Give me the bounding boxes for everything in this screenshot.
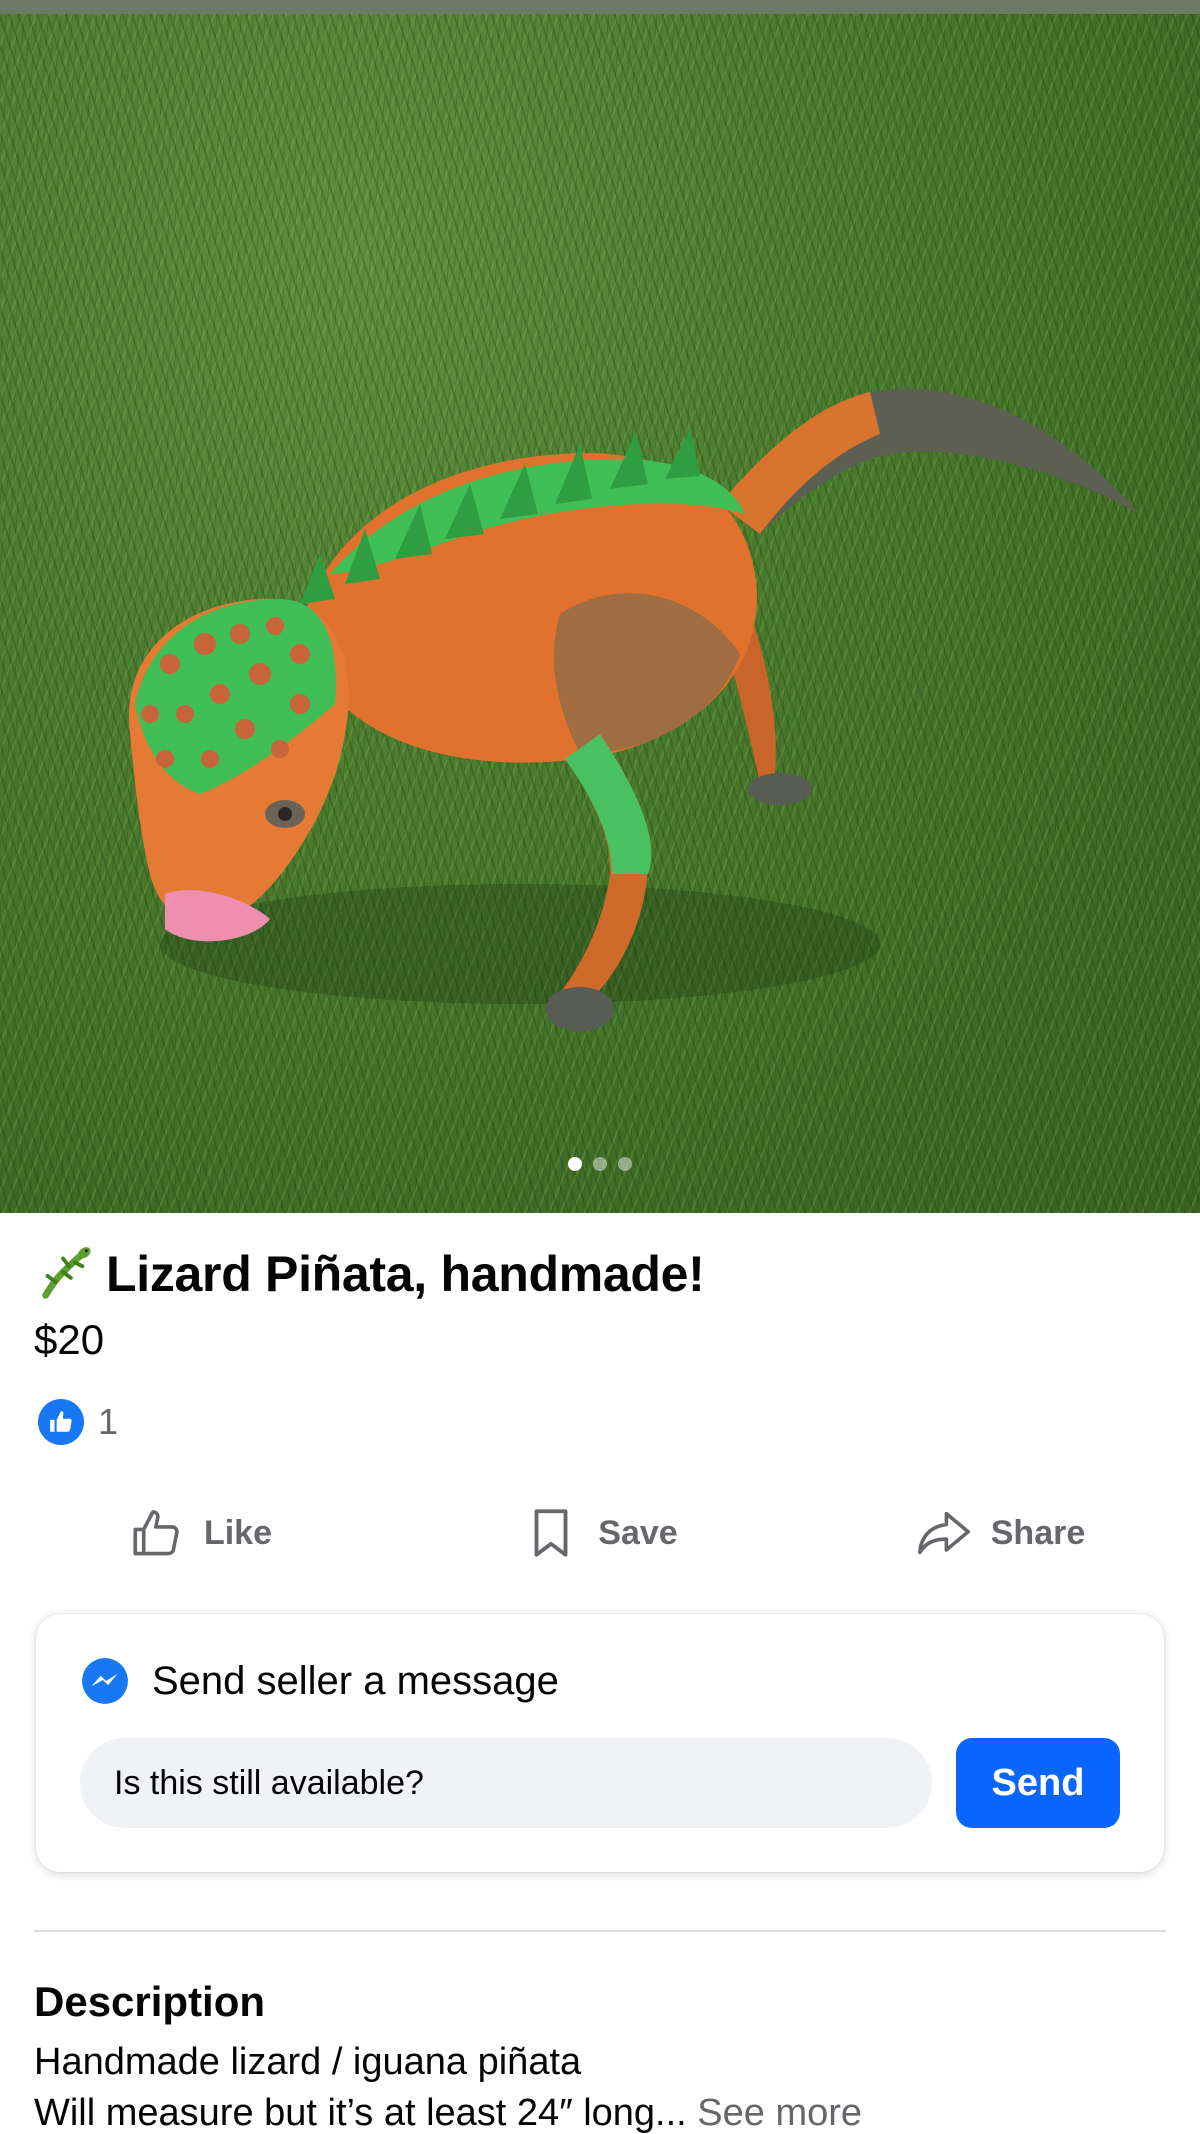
lizard-pinata-image	[128, 388, 1140, 1031]
messenger-icon	[82, 1658, 128, 1704]
bookmark-icon	[534, 1509, 568, 1557]
description-text-line: Will measure but it’s at least 24″ long.…	[34, 2092, 862, 2134]
like-label: Like	[203, 1513, 273, 1552]
photo-carousel-dots[interactable]	[0, 1157, 1200, 1171]
see-more-link[interactable]: See more	[697, 2092, 862, 2134]
send-button[interactable]: Send	[956, 1738, 1120, 1828]
message-card-header: Send seller a message	[80, 1656, 559, 1706]
carousel-dot[interactable]	[593, 1157, 607, 1171]
description-heading: Description	[34, 1978, 266, 2025]
listing-title-row: Lizard Piñata, handmade!	[34, 1243, 705, 1305]
lizard-emoji-icon	[42, 1247, 91, 1299]
status-bar-strip	[0, 0, 1200, 14]
action-bar: Like Save Share	[0, 1500, 1200, 1566]
share-button[interactable]: Share	[800, 1500, 1200, 1566]
thumbs-up-reaction-icon	[38, 1399, 84, 1445]
like-button[interactable]: Like	[0, 1500, 400, 1566]
message-card-title: Send seller a message	[152, 1658, 559, 1703]
section-divider	[34, 1930, 1166, 1932]
description-text-line: Handmade lizard / iguana piñata	[34, 2041, 582, 2083]
share-arrow-icon	[917, 1511, 970, 1555]
description-text: Will measure but it’s at least 24″ long.…	[34, 2092, 687, 2134]
save-button[interactable]: Save	[400, 1500, 800, 1566]
listing-title: Lizard Piñata, handmade!	[106, 1246, 705, 1302]
reaction-summary[interactable]: 1	[38, 1399, 118, 1445]
listing-price: $20	[34, 1316, 105, 1363]
message-input[interactable]	[80, 1738, 932, 1828]
thumbs-up-icon	[133, 1510, 179, 1556]
reaction-count: 1	[98, 1401, 119, 1442]
listing-photo[interactable]	[0, 14, 1200, 1213]
save-label: Save	[598, 1513, 678, 1552]
share-label: Share	[990, 1513, 1086, 1552]
carousel-dot[interactable]	[618, 1157, 632, 1171]
message-seller-card: Send seller a message Send	[36, 1614, 1164, 1872]
carousel-dot[interactable]	[568, 1157, 582, 1171]
